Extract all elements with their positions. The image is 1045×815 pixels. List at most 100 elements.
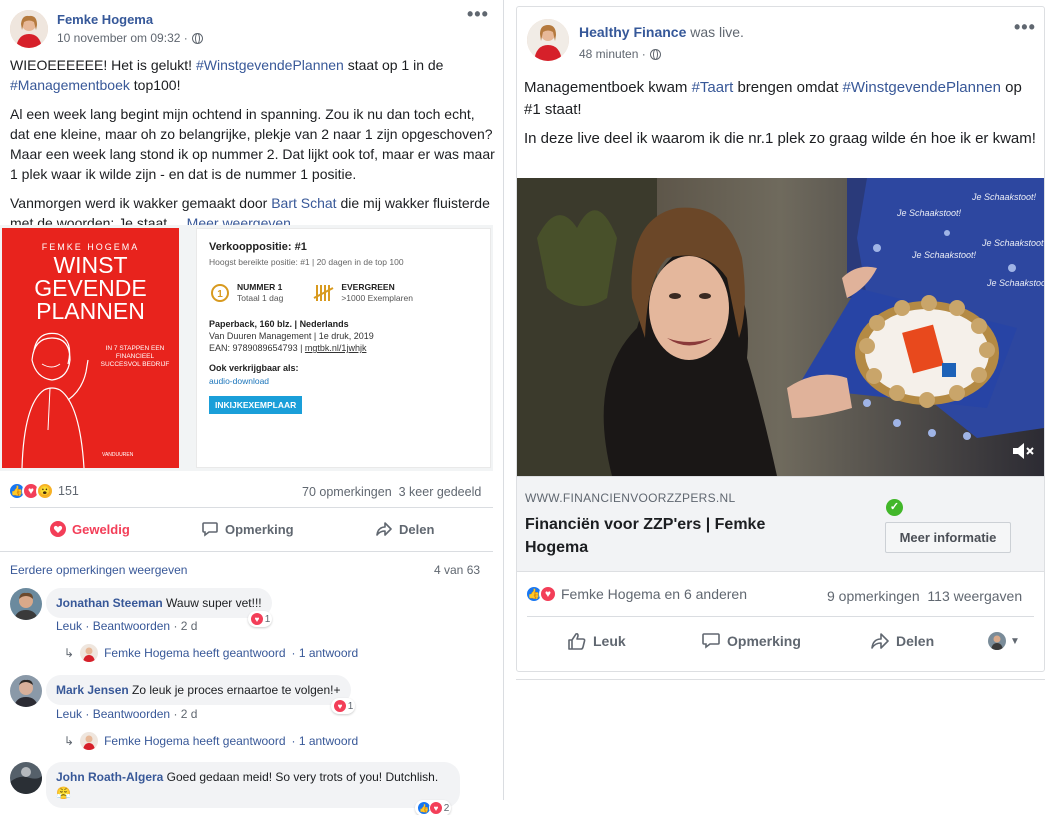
hashtag-link[interactable]: #WinstgevendePlannen — [196, 57, 344, 73]
sales-position: Verkooppositie: #1 — [209, 241, 307, 253]
divider — [10, 507, 493, 508]
reply-summary[interactable]: ↳ Femke Hogema heeft geantwoord · 1 antw… — [64, 732, 358, 750]
share-icon — [871, 633, 889, 649]
author-avatar[interactable] — [10, 10, 48, 48]
like-button[interactable]: Leuk — [567, 632, 626, 650]
sales-subtitle: Hoogst bereikte positie: #1 | 20 dagen i… — [209, 257, 404, 267]
ean-label: EAN: 9789089654793 | — [209, 343, 305, 353]
comments-count[interactable]: 70 opmerkingen — [302, 485, 392, 499]
post-paragraph: WIEOEEEEEE! Het is gelukt! #Winstgevende… — [10, 55, 495, 95]
link-preview[interactable]: WWW.FINANCIENVOORZZPERS.NL Financiën voo… — [517, 476, 1044, 572]
share-icon — [376, 522, 392, 536]
earlier-comments-link[interactable]: Eerdere opmerkingen weergeven — [10, 563, 187, 577]
post-timestamp[interactable]: 48 minuten · — [579, 47, 646, 61]
more-options-icon[interactable]: ••• — [1014, 17, 1036, 38]
love-reaction-icon: ♥ — [333, 699, 347, 713]
love-button[interactable]: Geweldig — [50, 521, 130, 537]
publisher-line: Van Duuren Management | 1e druk, 2019 — [209, 331, 374, 341]
post-image[interactable]: FEMKE HOGEMA WINST GEVENDE PLANNEN IN 7 … — [0, 225, 493, 471]
comment-reply-link[interactable]: Beantwoorden — [93, 707, 170, 721]
audio-download: audio-download — [209, 376, 270, 386]
post-author[interactable]: Femke Hogema — [57, 12, 153, 27]
cover-title-line: WINST — [53, 252, 128, 278]
commenter-name[interactable]: John Roath-Algera — [56, 770, 163, 784]
shares-count[interactable]: 3 keer gedeeld — [399, 485, 482, 499]
post-as-selector[interactable]: ▼ — [988, 632, 1020, 650]
comment-button[interactable]: Opmerking — [201, 521, 341, 537]
comment-button[interactable]: Opmerking — [701, 632, 841, 650]
column-separator — [503, 0, 504, 800]
love-reaction-icon: ♥ — [539, 585, 557, 603]
share-label: Delen — [399, 521, 435, 537]
comment-label: Opmerking — [727, 633, 801, 649]
post-text: WIEOEEEEEE! Het is gelukt! #Winstgevende… — [10, 55, 495, 242]
hashtag-link[interactable]: #Taart — [692, 79, 734, 96]
comment-reply-link[interactable]: Beantwoorden — [93, 619, 170, 633]
badge-text: EVERGREEN >1000 Exemplaren — [341, 282, 413, 304]
video-player[interactable]: Je Schaakstoot! Je Schaakstoot! Je Schaa… — [517, 178, 1044, 476]
comment-text: Wauw super vet!!! — [162, 596, 262, 610]
commenter-avatar[interactable] — [10, 675, 42, 707]
comment-reaction-count: 1 — [347, 700, 354, 712]
commenter-avatar[interactable] — [10, 762, 42, 794]
link-domain: WWW.FINANCIENVOORZZPERS.NL — [525, 491, 736, 505]
badge-subtitle: >1000 Exemplaren — [341, 293, 413, 303]
comment-reaction-count: 1 — [264, 613, 271, 625]
share-button[interactable]: Delen — [870, 632, 980, 650]
heart-icon — [50, 521, 66, 537]
mute-icon[interactable] — [1010, 438, 1036, 464]
reply-avatar — [80, 732, 99, 750]
comment-reactions[interactable]: ♥ 1 — [248, 611, 273, 627]
text-span: WIEOEEEEEE! Het is gelukt! — [10, 57, 196, 73]
cover-subtitle: IN 7 STAPPEN EEN FINANCIEEL SUCCESVOL BE… — [100, 345, 170, 368]
svg-text:1: 1 — [217, 289, 223, 300]
svg-text:Je Schaakstoot!: Je Schaakstoot! — [986, 278, 1044, 288]
more-info-button[interactable]: Meer informatie — [885, 522, 1011, 553]
comment-like-link[interactable]: Leuk — [56, 619, 82, 633]
cover-publisher: VANDUUREN — [102, 452, 134, 458]
badge-number-one: 1 NUMMER 1 Totaal 1 dag — [209, 282, 283, 304]
commenter-avatar[interactable] — [10, 588, 42, 620]
link-title[interactable]: Financiën voor ZZP'ers | Femke Hogema — [525, 513, 825, 559]
share-button[interactable]: Delen — [375, 521, 485, 537]
reply-author: Femke Hogema heeft geantwoord — [104, 734, 286, 748]
reply-count: · 1 antwoord — [291, 646, 359, 660]
love-reaction-icon: ♥ — [250, 612, 264, 626]
share-label: Delen — [896, 633, 935, 649]
badges: 1 NUMMER 1 Totaal 1 dag EVERGREEN >1000 … — [209, 282, 478, 304]
reply-arrow-icon: ↳ — [64, 734, 75, 748]
post-timestamp[interactable]: 10 november om 09:32 · — [57, 31, 188, 45]
like-label: Leuk — [593, 633, 626, 649]
hashtag-link[interactable]: #Managementboek — [10, 77, 130, 93]
reply-summary[interactable]: ↳ Femke Hogema heeft geantwoord · 1 antw… — [64, 644, 358, 662]
post-actions: Geweldig Opmerking Delen — [50, 521, 434, 537]
more-options-icon[interactable]: ••• — [467, 4, 489, 25]
comment-reactions[interactable]: 👍 ♥ 2 — [415, 800, 452, 815]
hashtag-link[interactable]: #WinstgevendePlannen — [843, 79, 1001, 96]
page-avatar[interactable] — [527, 19, 569, 61]
comments-count[interactable]: 9 opmerkingen — [827, 588, 920, 604]
post-text: Managementboek kwam #Taart brengen omdat… — [524, 77, 1036, 157]
mention-link[interactable]: Bart Schat — [271, 195, 336, 211]
reactions-text: Femke Hogema en 6 anderen — [561, 586, 747, 602]
views-count[interactable]: 113 weergaven — [927, 588, 1022, 604]
comment-like-link[interactable]: Leuk — [56, 707, 82, 721]
post-meta: 10 november om 09:32 · — [57, 31, 203, 45]
comment-text: Zo leuk je proces ernaartoe te volgen!+ — [128, 683, 341, 697]
badge-evergreen: EVERGREEN >1000 Exemplaren — [313, 282, 413, 304]
post-paragraph: In deze live deel ik waarom ik die nr.1 … — [524, 130, 1036, 147]
badge-title: EVERGREEN — [341, 282, 395, 292]
medal-icon: 1 — [211, 284, 229, 302]
commenter-name[interactable]: Mark Jensen — [56, 683, 129, 697]
reaction-summary[interactable]: 👍 ♥ 😮 151 — [8, 482, 79, 500]
reaction-summary[interactable]: 👍 ♥ Femke Hogema en 6 anderen — [525, 585, 747, 603]
post-author[interactable]: Healthy Finance — [579, 24, 686, 40]
also-available: Ook verkrijgbaar als: — [209, 363, 299, 373]
right-post: Healthy Finance was live. 48 minuten · •… — [516, 6, 1045, 672]
badge-text: NUMMER 1 Totaal 1 dag — [237, 282, 283, 304]
globe-icon — [649, 48, 661, 60]
commenter-name[interactable]: Jonathan Steeman — [56, 596, 163, 610]
comment-reactions[interactable]: ♥ 1 — [331, 698, 356, 714]
format-line: Paperback, 160 blz. | Nederlands — [209, 319, 349, 329]
author-line: Healthy Finance was live. — [579, 24, 744, 40]
